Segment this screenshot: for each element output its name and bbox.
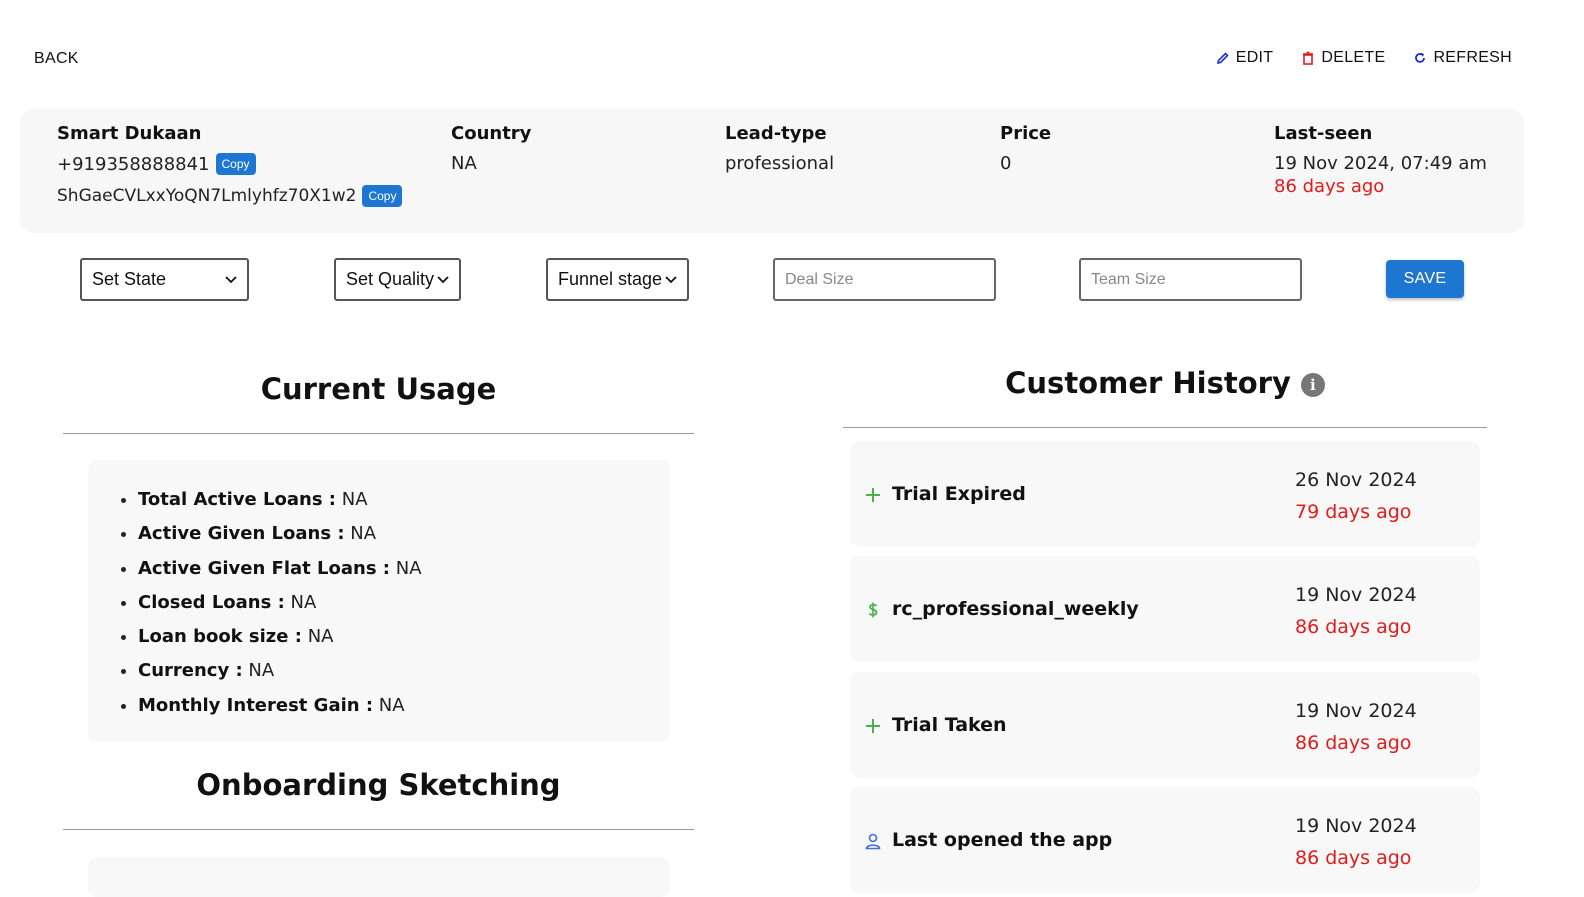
lead-type-column: Lead-type professional (725, 123, 834, 174)
country-label: Country (451, 123, 532, 144)
state-select[interactable]: Set State (80, 258, 249, 301)
customer-history-heading: Customer History i (843, 366, 1487, 400)
history-ago: 79 days ago (1295, 501, 1412, 523)
pencil-icon (1216, 52, 1229, 65)
country-value: NA (451, 153, 477, 174)
history-date: 19 Nov 2024 (1295, 584, 1417, 606)
customer-name: Smart Dukaan (57, 123, 202, 144)
plus-icon (866, 719, 880, 733)
name-column: Smart Dukaan +919358888841 Copy ShGaeCVL… (57, 123, 403, 207)
list-item: Monthly Interest Gain : NA (138, 694, 422, 728)
list-item: Active Given Loans : NA (138, 522, 422, 556)
history-date: 26 Nov 2024 (1295, 469, 1417, 491)
country-column: Country NA (451, 123, 531, 174)
refresh-label: REFRESH (1433, 49, 1512, 66)
chevron-down-icon (225, 275, 237, 283)
list-item: Active Given Flat Loans : NA (138, 557, 422, 591)
history-label: Trial Expired (892, 483, 1026, 505)
customer-history-title: Customer History (1005, 366, 1291, 400)
edit-button[interactable]: EDIT (1216, 49, 1274, 67)
history-ago: 86 days ago (1295, 616, 1412, 638)
delete-button[interactable]: DELETE (1301, 49, 1385, 67)
quality-select-value: Set Quality (346, 269, 435, 289)
usage-card: Total Active Loans : NA Active Given Loa… (88, 460, 670, 742)
history-date: 19 Nov 2024 (1295, 815, 1417, 837)
last-seen-ago: 86 days ago (1274, 176, 1385, 197)
history-item: Trial Taken 19 Nov 2024 86 days ago (850, 672, 1480, 778)
copy-phone-button[interactable]: Copy (215, 153, 256, 175)
info-icon[interactable]: i (1300, 373, 1325, 397)
divider (843, 427, 1487, 428)
chevron-down-icon (665, 275, 677, 283)
chevron-down-icon (437, 275, 449, 283)
dollar-icon (868, 602, 878, 618)
history-item: Trial Expired 26 Nov 2024 79 days ago (850, 441, 1480, 547)
list-item: Loan book size : NA (138, 625, 422, 659)
user-id: ShGaeCVLxxYoQN7Lmlyhfz70X1w2 (57, 186, 357, 206)
history-date: 19 Nov 2024 (1295, 700, 1417, 722)
current-usage-title: Current Usage (260, 372, 497, 406)
top-bar: BACK EDIT DELETE REFRESH (0, 0, 1584, 100)
usage-list: Total Active Loans : NA Active Given Loa… (138, 488, 422, 728)
delete-label: DELETE (1321, 49, 1386, 66)
quality-select[interactable]: Set Quality (334, 258, 461, 301)
back-button[interactable]: BACK (34, 50, 79, 68)
funnel-stage-select[interactable]: Funnel stage (546, 258, 689, 301)
refresh-button[interactable]: REFRESH (1413, 49, 1512, 67)
divider (63, 829, 694, 830)
user-icon (865, 833, 881, 850)
deal-size-input[interactable] (773, 258, 996, 301)
last-seen-column: Last-seen 19 Nov 2024, 07:49 am 86 days … (1274, 123, 1487, 197)
history-ago: 86 days ago (1295, 847, 1412, 869)
divider (63, 433, 694, 434)
uid-row: ShGaeCVLxxYoQN7Lmlyhfz70X1w2 Copy (57, 185, 403, 207)
history-label: Trial Taken (892, 714, 1007, 736)
save-button[interactable]: SAVE (1386, 260, 1464, 298)
phone-number: +919358888841 (57, 153, 210, 175)
lead-type-label: Lead-type (725, 123, 827, 144)
list-item: Total Active Loans : NA (138, 488, 422, 522)
state-select-value: Set State (92, 269, 167, 289)
price-column: Price 0 (1000, 123, 1051, 174)
lead-type-value: professional (725, 153, 835, 174)
history-item: rc_professional_weekly 19 Nov 2024 86 da… (850, 556, 1480, 662)
price-value: 0 (1000, 153, 1012, 174)
list-item: Currency : NA (138, 659, 422, 693)
last-seen-value: 19 Nov 2024, 07:49 am (1274, 153, 1487, 174)
onboarding-title: Onboarding Sketching (196, 768, 561, 802)
copy-uid-button[interactable]: Copy (362, 185, 403, 207)
history-item: Last opened the app 19 Nov 2024 86 days … (850, 787, 1480, 893)
price-label: Price (1000, 123, 1052, 144)
phone-row: +919358888841 Copy (57, 153, 402, 175)
plus-icon (866, 488, 880, 502)
customer-info-card: Smart Dukaan +919358888841 Copy ShGaeCVL… (20, 109, 1524, 233)
header-actions: EDIT DELETE REFRESH (1216, 49, 1512, 67)
onboarding-card (88, 857, 670, 897)
team-size-input[interactable] (1079, 258, 1302, 301)
funnel-select-value: Funnel stage (558, 269, 663, 289)
last-seen-label: Last-seen (1274, 123, 1373, 144)
history-label: rc_professional_weekly (892, 598, 1139, 620)
history-ago: 86 days ago (1295, 732, 1412, 754)
history-label: Last opened the app (892, 829, 1113, 851)
list-item: Closed Loans : NA (138, 591, 422, 625)
refresh-icon (1415, 52, 1426, 63)
lead-controls: Set State Set Quality Funnel stage SAVE (0, 258, 1584, 302)
edit-label: EDIT (1235, 49, 1274, 66)
trash-icon (1303, 51, 1314, 65)
